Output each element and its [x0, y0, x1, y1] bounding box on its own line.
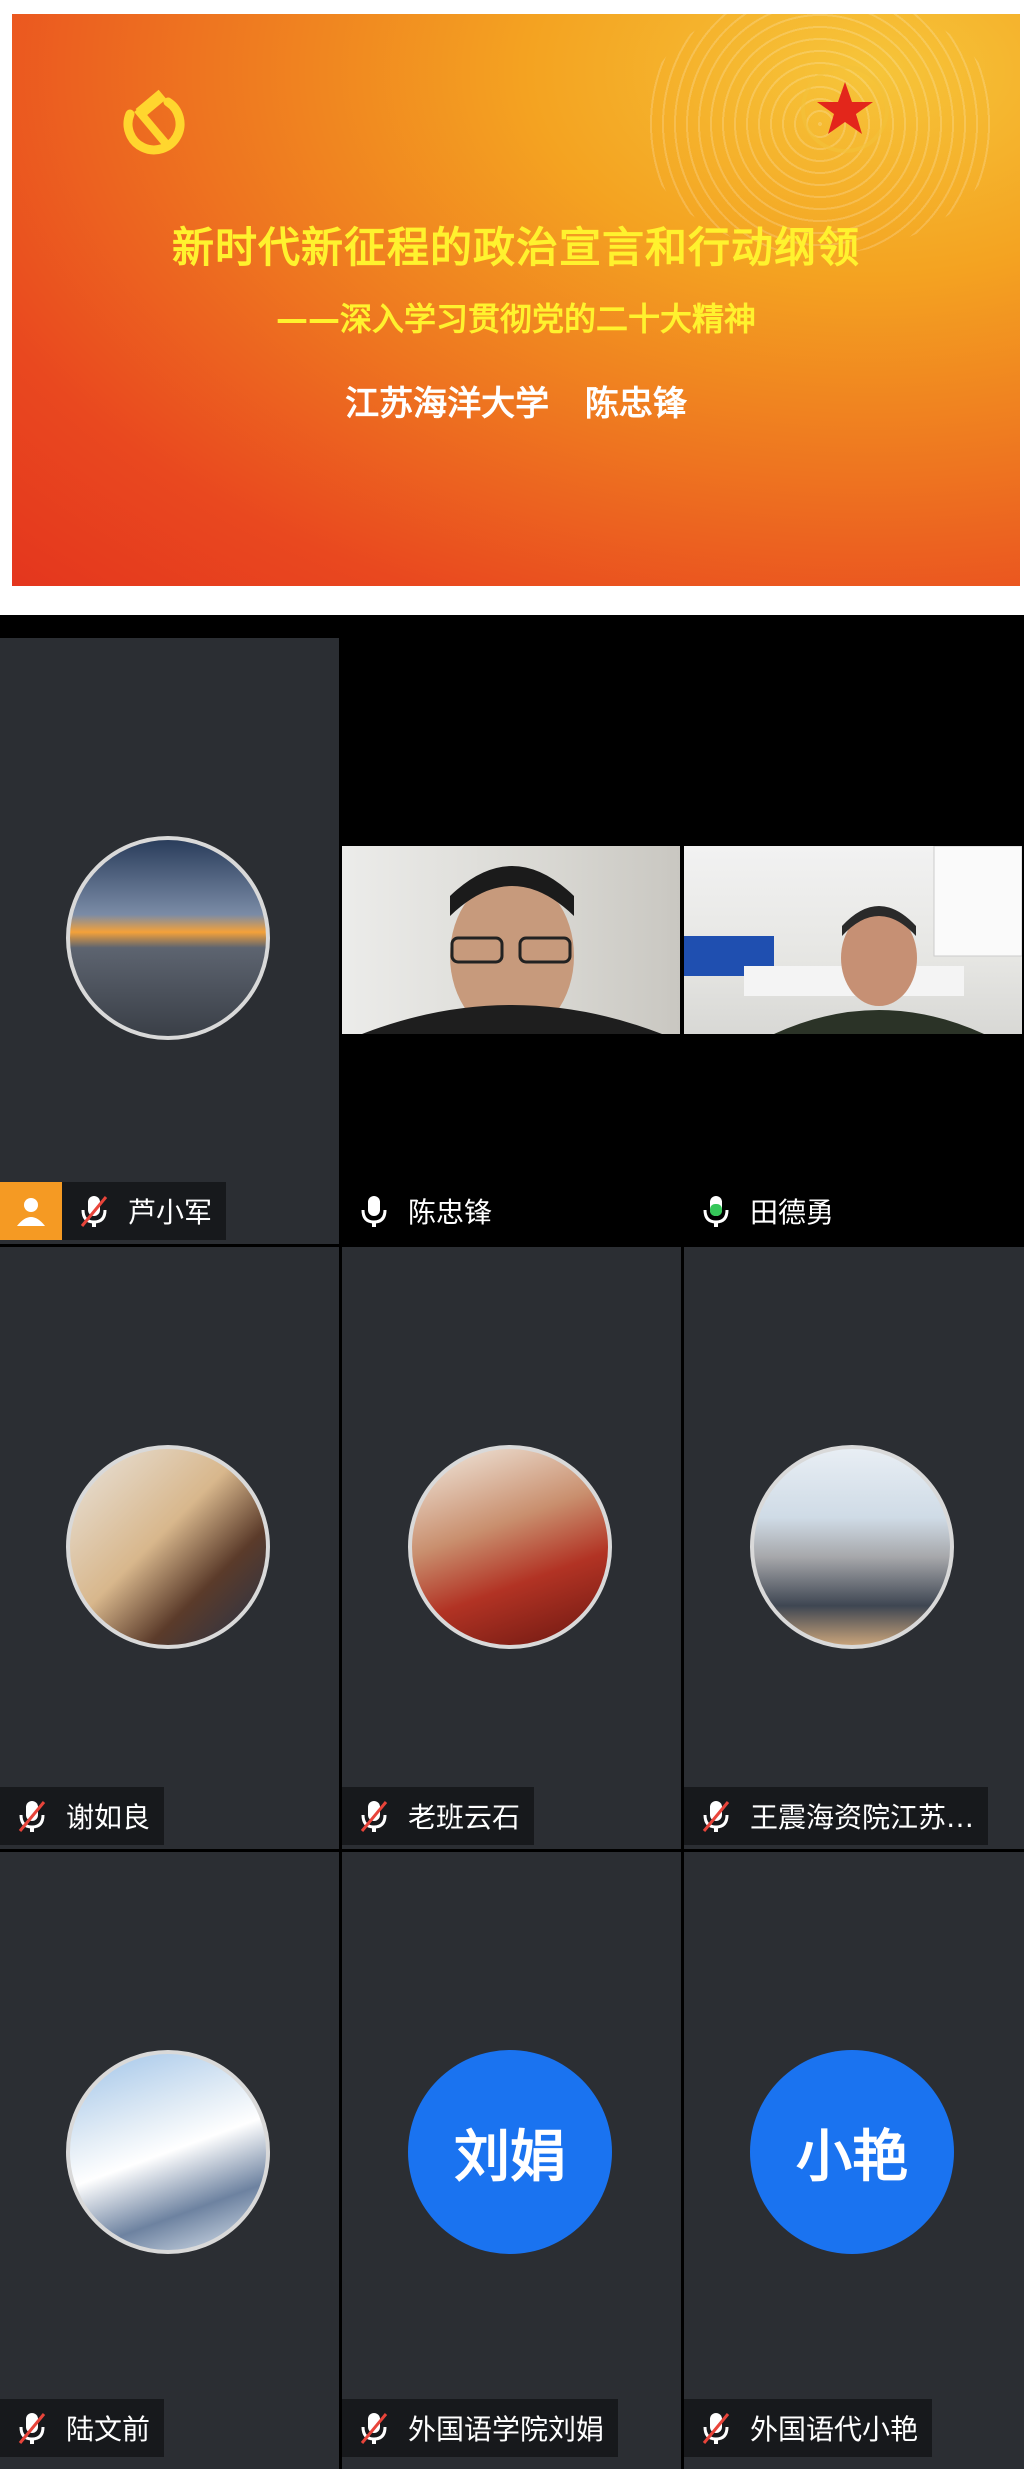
shared-screen[interactable]: 新时代新征程的政治宣言和行动纲领 ——深入学习贯彻党的二十大精神 江苏海洋大学 …: [0, 0, 1024, 615]
participant-video: [342, 846, 680, 1034]
participant-name: 王震海资院江苏…: [750, 1801, 975, 1834]
avatar: [66, 836, 270, 1040]
participant-nametag: 外国语学院刘娟: [342, 2399, 619, 2457]
participant-tile[interactable]: 田德勇: [684, 638, 1024, 1244]
participant-nametag: 陆文前: [0, 2399, 165, 2457]
mic-muted-icon[interactable]: [70, 1187, 118, 1235]
mic-muted-icon[interactable]: [692, 1792, 740, 1840]
participant-tile[interactable]: 谢如良: [0, 1247, 339, 1849]
participant-tile[interactable]: 老班云石: [342, 1247, 681, 1849]
participant-tile[interactable]: 刘娟 外国语学院刘娟: [342, 1852, 681, 2469]
avatar: [66, 1445, 270, 1649]
participant-nametag: 陈忠锋: [342, 1182, 507, 1240]
mic-icon[interactable]: [350, 1187, 398, 1235]
slide-subtitle: ——深入学习贯彻党的二十大精神: [275, 300, 756, 338]
participant-name: 老班云石: [408, 1801, 521, 1834]
avatar: [750, 1445, 954, 1649]
participant-tile[interactable]: 陈忠锋: [342, 638, 681, 1244]
participant-tile[interactable]: 陆文前: [0, 1852, 339, 2469]
participant-tile[interactable]: 芦小军: [0, 638, 339, 1244]
avatar: [408, 1445, 612, 1649]
mic-muted-icon[interactable]: [350, 1792, 398, 1840]
slide-author: 江苏海洋大学 陈忠锋: [345, 384, 687, 424]
participant-name: 外国语代小艳: [750, 2413, 919, 2446]
mic-muted-icon[interactable]: [350, 2404, 398, 2452]
star-emblem-icon: [801, 65, 889, 153]
participant-name: 陈忠锋: [408, 1196, 493, 1229]
hammer-sickle-icon: [123, 89, 185, 155]
participant-name: 芦小军: [128, 1196, 213, 1229]
avatar-initials: 刘娟: [408, 2050, 612, 2254]
participant-name: 田德勇: [750, 1196, 835, 1229]
participant-nametag: 老班云石: [342, 1787, 535, 1845]
participant-nametag: 谢如良: [0, 1787, 165, 1845]
presentation-slide: 新时代新征程的政治宣言和行动纲领 ——深入学习贯彻党的二十大精神 江苏海洋大学 …: [12, 14, 1020, 586]
mic-muted-icon[interactable]: [8, 1792, 56, 1840]
participant-name: 谢如良: [66, 1801, 151, 1834]
participant-name: 陆文前: [66, 2413, 151, 2446]
mic-muted-icon[interactable]: [692, 2404, 740, 2452]
avatar: [66, 2050, 270, 2254]
participant-tile[interactable]: 王震海资院江苏…: [684, 1247, 1024, 1849]
participant-nametag: 王震海资院江苏…: [684, 1787, 989, 1845]
participant-video: [684, 846, 1022, 1034]
participant-name: 外国语学院刘娟: [408, 2413, 605, 2446]
mic-speaking-icon[interactable]: [692, 1187, 740, 1235]
participant-nametag: 田德勇: [684, 1182, 849, 1240]
participant-tile[interactable]: 小艳 外国语代小艳: [684, 1852, 1024, 2469]
avatar-initials: 小艳: [750, 2050, 954, 2254]
host-badge-icon: [0, 1182, 62, 1240]
slide-title: 新时代新征程的政治宣言和行动纲领: [171, 223, 860, 272]
participant-nametag: 芦小军: [0, 1182, 227, 1240]
mic-muted-icon[interactable]: [8, 2404, 56, 2452]
participant-nametag: 外国语代小艳: [684, 2399, 933, 2457]
